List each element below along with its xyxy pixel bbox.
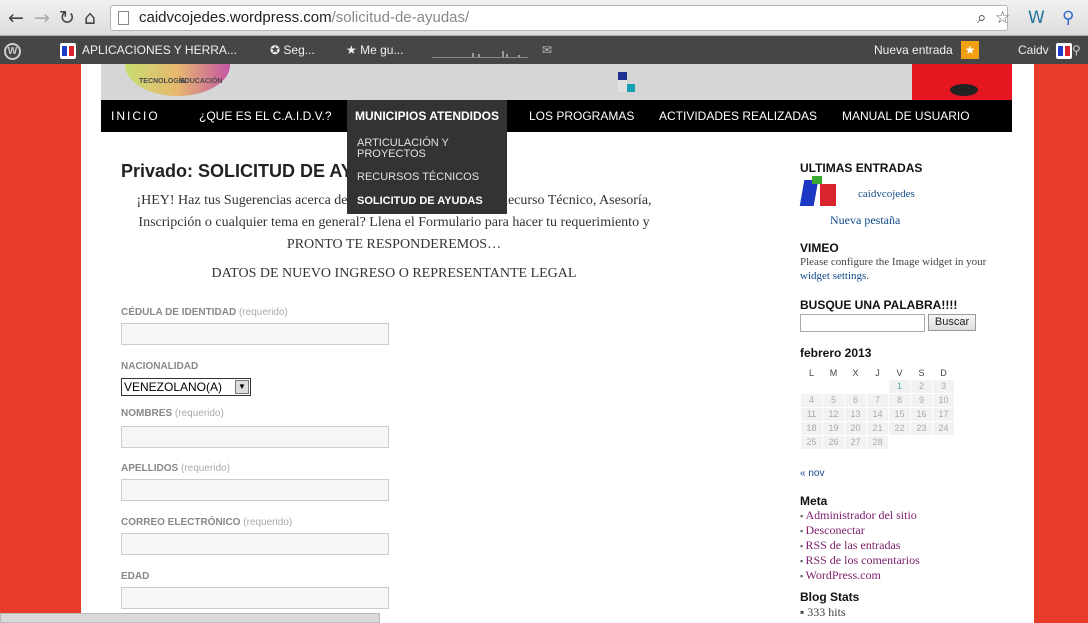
click-graphic [912,64,1012,100]
meta-link-logout[interactable]: Desconectar [800,523,920,538]
my-site-menu[interactable]: APLICACIONES Y HERRA... [60,36,237,64]
blog-stats-hits: ▪ 333 hits [800,605,846,619]
correo-label: CORREO ELECTRÓNICO (requerido) [121,517,293,528]
nombres-label: NOMBRES (requerido) [121,408,224,419]
buscar-button[interactable]: Buscar [928,314,976,331]
logo-circle: TECNOLOGÍA EDUCACIÓN [125,64,230,96]
weekday: D [940,367,947,378]
likes-menu[interactable]: ★ Me gu... [346,36,403,64]
browser-status-bar [0,613,380,623]
user-avatar-icon [1056,42,1073,59]
wp-admin-bar: W APLICACIONES Y HERRA... ✪ Seg... ★ Me … [0,36,1088,64]
page-icon [118,11,129,25]
bookmark-star-icon[interactable]: ☆ [995,8,1010,28]
notification-icon[interactable]: ✉ [542,36,552,64]
nav-inicio[interactable]: INICIO [111,100,160,132]
new-entry-link[interactable]: Nueva entrada [874,36,953,64]
calendar-prev-link[interactable]: « nov [800,468,824,479]
entry-avatar[interactable] [799,176,846,208]
vimeo-heading: VIMEO [800,241,839,255]
seg-menu[interactable]: ✪ Seg... [270,36,315,64]
entry-title-link[interactable]: Nueva pestaña [830,213,900,227]
entry-author-link[interactable]: caidvcojedes [858,187,915,201]
nombres-field[interactable] [121,426,389,448]
url-text: caidvcojedes.wordpress.com/solicitud-de-… [139,9,470,26]
nav-actividades[interactable]: ACTIVIDADES REALIZADAS [659,100,817,132]
busque-heading: BUSQUE UNA PALABRA!!!! [800,298,958,312]
nacionalidad-label: NACIONALIDAD [121,361,199,372]
weekday: M [829,368,838,378]
person-figure [618,72,635,92]
widget-settings-link[interactable]: widget settings [800,270,866,282]
blog-stats-heading: Blog Stats [800,590,860,604]
nav-manual[interactable]: MANUAL DE USUARIO [842,100,970,132]
meta-link-wordpress[interactable]: WordPress.com [800,568,920,583]
ultimas-entradas-heading: ULTIMAS ENTRADAS [800,161,923,175]
dropdown-arrow-icon: ▼ [235,380,249,394]
nav-programas[interactable]: LOS PROGRAMAS [529,100,634,132]
dropdown-item-solicitud[interactable]: SOLICITUD DE AYUDAS [357,196,483,207]
nav-que-es[interactable]: ¿QUE ES EL C.A.I.D.V.? [199,100,332,132]
meta-link-rss-entries[interactable]: RSS de las entradas [800,538,920,553]
address-bar[interactable]: caidvcojedes.wordpress.com/solicitud-de-… [110,5,1008,31]
edad-field[interactable] [121,587,389,609]
meta-heading: Meta [800,494,828,508]
weekday: S [918,367,925,378]
apellidos-label: APELLIDOS (requerido) [121,463,230,474]
weekday: V [896,367,903,378]
calendar: LM XJ VS D 123 4 5 6 7 8 9 10 11 12 13 14 15 16 17 1… [800,367,955,450]
calendar-month: febrero 2013 [800,346,872,360]
nacionalidad-select[interactable]: VENEZOLANO(A) ▼ [121,378,251,396]
apellidos-field[interactable] [121,479,389,501]
wordpress-extension-icon[interactable]: W [1028,8,1045,28]
forward-arrow-icon[interactable]: → [34,8,50,28]
header-banner: TECNOLOGÍA EDUCACIÓN [101,64,1012,100]
search-icon[interactable]: ⚲ [1072,36,1081,64]
main-navigation: INICIO ¿QUE ES EL C.A.I.D.V.? MUNICIPIOS… [101,100,1012,132]
weekday: J [875,368,880,378]
nav-dropdown: ARTICULACIÓN Y PROYECTOS RECURSOS TÉCNIC… [347,132,507,214]
weekday: X [852,368,859,378]
stats-sparkline [432,44,528,58]
back-arrow-icon[interactable]: ← [8,8,24,28]
edad-label: EDAD [121,571,150,582]
search-extension-icon[interactable]: ⚲ [1062,8,1074,28]
meta-link-admin[interactable]: Administrador del sitio [800,508,920,523]
reload-icon[interactable]: ↻ [59,8,75,28]
vimeo-text: Please configure the Image widget in you… [800,256,987,282]
zoom-icon[interactable]: ⌕ [977,8,987,28]
dropdown-item-recursos[interactable]: RECURSOS TÉCNICOS [357,172,479,183]
browser-toolbar: ← → ↻ ⌂ caidvcojedes.wordpress.com/solic… [0,0,1088,36]
user-menu[interactable]: Caidv [1018,36,1078,64]
dropdown-item-articulacion[interactable]: ARTICULACIÓN Y PROYECTOS [357,138,477,160]
sidebar-search-input[interactable] [800,314,925,332]
home-icon[interactable]: ⌂ [84,8,96,28]
follow-star-icon[interactable]: ★ [961,36,979,64]
wordpress-logo-icon[interactable]: W [4,36,21,64]
cedula-field[interactable] [121,323,389,345]
weekday: L [808,368,814,378]
site-icon [60,42,76,59]
cedula-label: CÉDULA DE IDENTIDAD (requerido) [121,307,288,318]
nav-municipios[interactable]: MUNICIPIOS ATENDIDOS [347,100,508,132]
meta-link-rss-comments[interactable]: RSS de los comentarios [800,553,919,568]
section-title: DATOS DE NUEVO INGRESO O REPRESENTANTE L… [211,266,577,281]
correo-field[interactable] [121,533,389,555]
meta-list: Administrador del sitio Desconectar RSS … [800,508,920,583]
